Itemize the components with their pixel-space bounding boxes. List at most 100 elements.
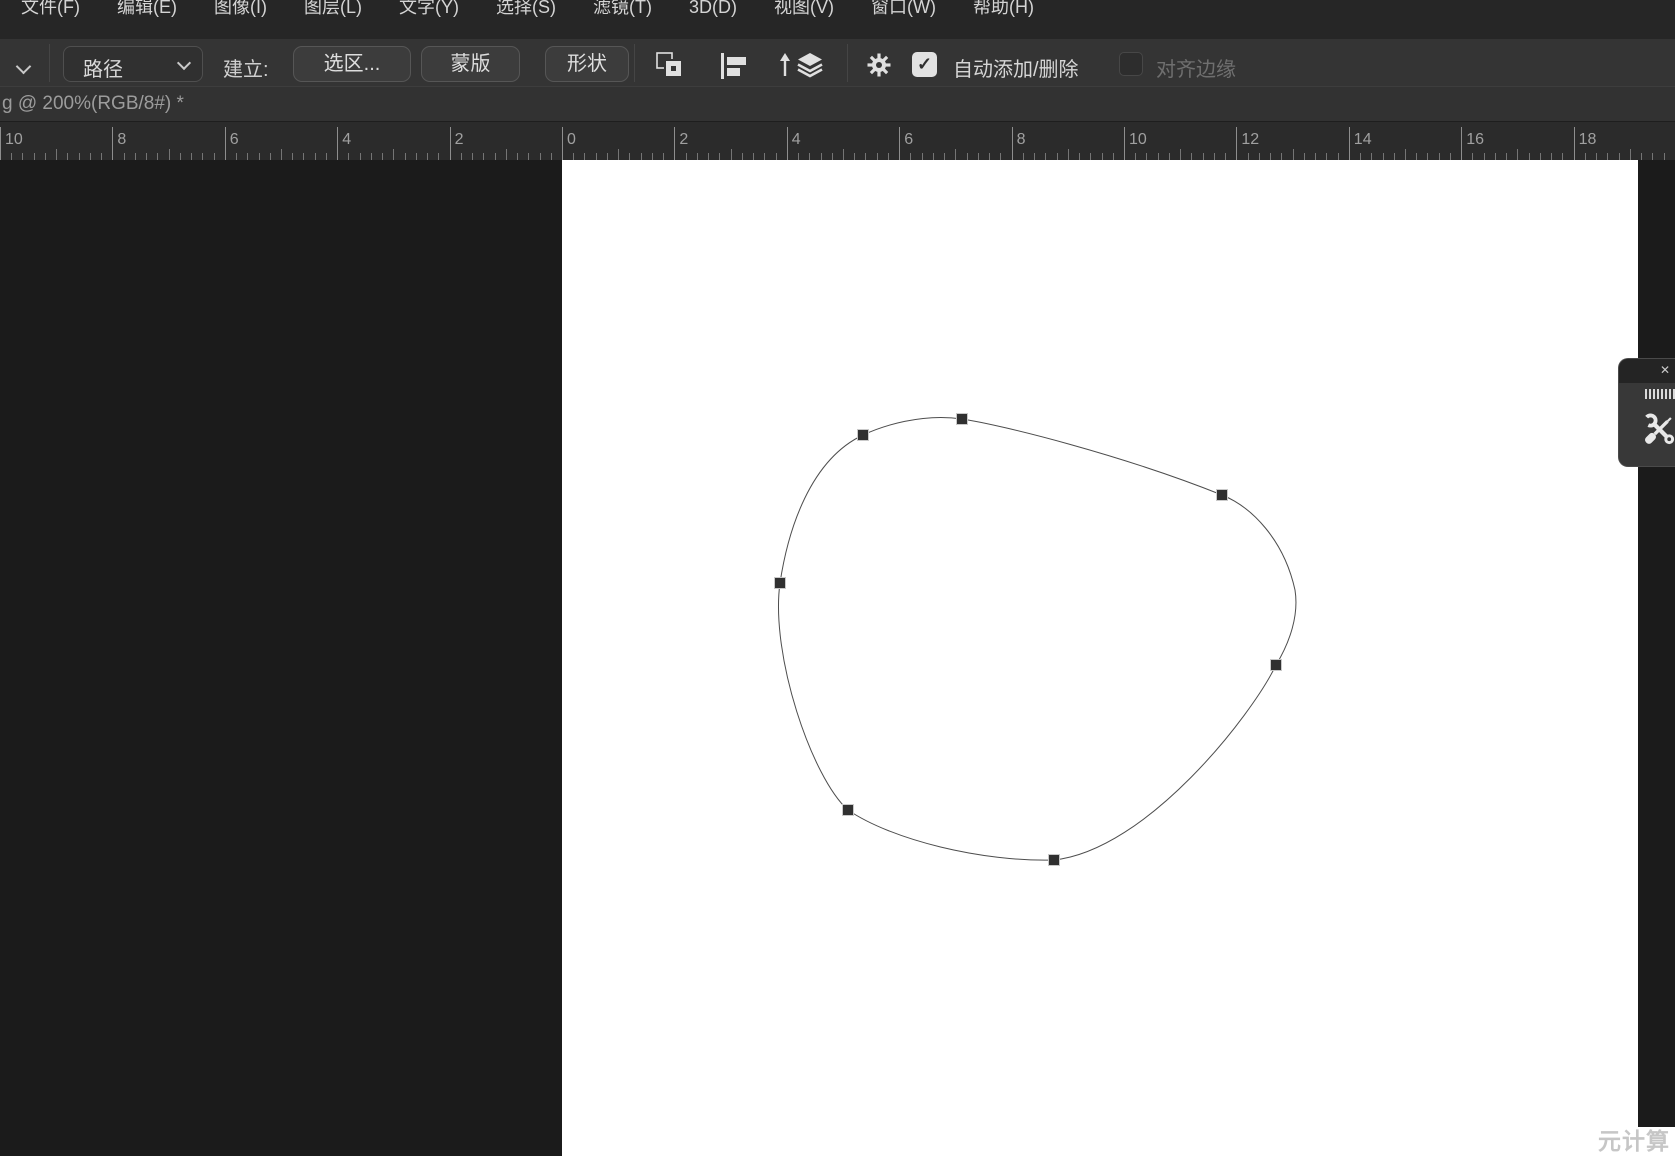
ruler-tick-minor (1203, 153, 1204, 160)
ruler-tick-minor (124, 153, 125, 160)
make-shape-button[interactable]: 形状 (545, 46, 629, 82)
horizontal-ruler[interactable]: 108642024681012141618 (0, 122, 1675, 160)
ruler-tick-minor (742, 153, 743, 160)
tool-options-bar: 路径 建立: 选区... 蒙版 形状 (0, 39, 1675, 86)
tool-preset-chevron-icon[interactable] (16, 59, 32, 75)
ruler-tick-minor (1113, 153, 1114, 160)
ruler-tick-label: 4 (792, 131, 801, 149)
floating-tools-panel[interactable]: ✕ (1618, 358, 1675, 467)
ruler-tick-minor (416, 153, 417, 160)
make-mask-button[interactable]: 蒙版 (421, 46, 520, 82)
auto-add-delete-checkbox[interactable]: ✓ (912, 52, 937, 77)
photoshop-window: 文件(F) 编辑(E) 图像(I) 图层(L) 文字(Y) 选择(S) 滤镜(T) 3D(D)… (0, 0, 1675, 1156)
ruler-tick-minor (1652, 153, 1653, 160)
ruler-tick-minor (506, 149, 507, 160)
ruler-tick-major (337, 127, 338, 160)
ruler-tick-minor (393, 149, 394, 160)
path-anchor-point[interactable] (775, 578, 786, 589)
ruler-tick-minor (1293, 149, 1294, 160)
ruler-tick-label: 0 (567, 131, 576, 149)
ruler-tick-major (0, 127, 1, 160)
chevron-down-icon (177, 56, 191, 70)
grip-dots-icon (1645, 389, 1675, 399)
ruler-tick-minor (1540, 153, 1541, 160)
ruler-tick-minor (821, 153, 822, 160)
ruler-tick-minor (483, 153, 484, 160)
path-arrange-icon[interactable] (778, 52, 830, 81)
ruler-tick-minor (79, 153, 80, 160)
separator (49, 44, 50, 82)
path-anchor-point[interactable] (957, 414, 968, 425)
menu-item[interactable]: 窗口(W) (871, 0, 936, 18)
ruler-tick-minor (146, 153, 147, 160)
wrench-screwdriver-icon[interactable] (1642, 412, 1675, 451)
close-icon[interactable]: ✕ (1660, 363, 1670, 377)
ruler-tick-minor (472, 153, 473, 160)
ruler-tick-minor (719, 153, 720, 160)
ruler-tick-minor (1326, 153, 1327, 160)
path-anchor-point[interactable] (1271, 660, 1282, 671)
tool-mode-select[interactable]: 路径 (63, 46, 203, 82)
separator (847, 44, 848, 82)
menu-item[interactable]: 视图(V) (774, 0, 834, 18)
ruler-tick-minor (1562, 153, 1563, 160)
menu-item[interactable]: 文件(F) (21, 0, 80, 18)
ruler-tick-minor (202, 153, 203, 160)
path-anchor-point[interactable] (1049, 855, 1060, 866)
ruler-tick-minor (247, 153, 248, 160)
ruler-tick-label: 16 (1466, 131, 1484, 149)
menu-item[interactable]: 选择(S) (496, 0, 556, 18)
menu-item[interactable]: 图层(L) (304, 0, 362, 18)
menu-item[interactable]: 文字(Y) (399, 0, 459, 18)
path-anchor-point[interactable] (858, 430, 869, 441)
ruler-tick-minor (1439, 153, 1440, 160)
ruler-tick-minor (45, 153, 46, 160)
separator (634, 44, 635, 82)
ruler-tick-minor (1281, 153, 1282, 160)
menu-item[interactable]: 滤镜(T) (593, 0, 652, 18)
ruler-tick-minor (1383, 153, 1384, 160)
menu-item[interactable]: 帮助(H) (973, 0, 1034, 18)
align-edges-checkbox[interactable] (1119, 52, 1143, 76)
ruler-tick-minor (989, 153, 990, 160)
auto-add-delete-label: 自动添加/删除 (953, 53, 1079, 82)
path-alignment-icon[interactable] (720, 53, 748, 82)
menu-item[interactable]: 3D(D) (689, 0, 737, 18)
ruler-tick-minor (495, 153, 496, 160)
document-tab-title[interactable]: g @ 200%(RGB/8#) * (2, 87, 184, 121)
ruler-tick-minor (1304, 153, 1305, 160)
pen-path[interactable] (779, 417, 1296, 860)
ruler-tick-minor (1338, 153, 1339, 160)
ruler-tick-label: 8 (117, 131, 126, 149)
ruler-tick-minor (1472, 153, 1473, 160)
pen-path-layer (562, 160, 1638, 1156)
menu-item[interactable]: 编辑(E) (117, 0, 177, 18)
gear-settings-icon[interactable] (866, 52, 892, 81)
ruler-tick-minor (1180, 149, 1181, 160)
ruler-tick-minor (315, 153, 316, 160)
ruler-tick-minor (776, 153, 777, 160)
ruler-tick-minor (1090, 153, 1091, 160)
ruler-tick-major (899, 127, 900, 160)
ruler-tick-label: 2 (455, 131, 464, 149)
menu-item[interactable]: 图像(I) (214, 0, 267, 18)
menu-bar-items: 文件(F) 编辑(E) 图像(I) 图层(L) 文字(Y) 选择(S) 滤镜(T) 3D(D)… (0, 0, 1675, 18)
floating-panel-header[interactable]: ✕ (1619, 359, 1675, 383)
ruler-tick-minor (438, 153, 439, 160)
ruler-tick-minor (697, 153, 698, 160)
ruler-tick-minor (67, 153, 68, 160)
ruler-tick-minor (1068, 149, 1069, 160)
path-operations-icon[interactable] (656, 52, 684, 81)
make-selection-button[interactable]: 选区... (293, 46, 411, 82)
ruler-tick-minor (1427, 153, 1428, 160)
document-tab-bar: g @ 200%(RGB/8#) * (0, 86, 1675, 122)
ruler-tick-minor (1102, 153, 1103, 160)
ruler-tick-minor (1191, 153, 1192, 160)
ruler-tick-minor (90, 153, 91, 160)
path-anchor-point[interactable] (1217, 490, 1228, 501)
path-anchor-point[interactable] (843, 805, 854, 816)
align-edges-label: 对齐边缘 (1156, 53, 1236, 82)
ruler-tick-label: 4 (342, 131, 351, 149)
ruler-tick-minor (809, 153, 810, 160)
ruler-tick-label: 10 (1129, 131, 1147, 149)
